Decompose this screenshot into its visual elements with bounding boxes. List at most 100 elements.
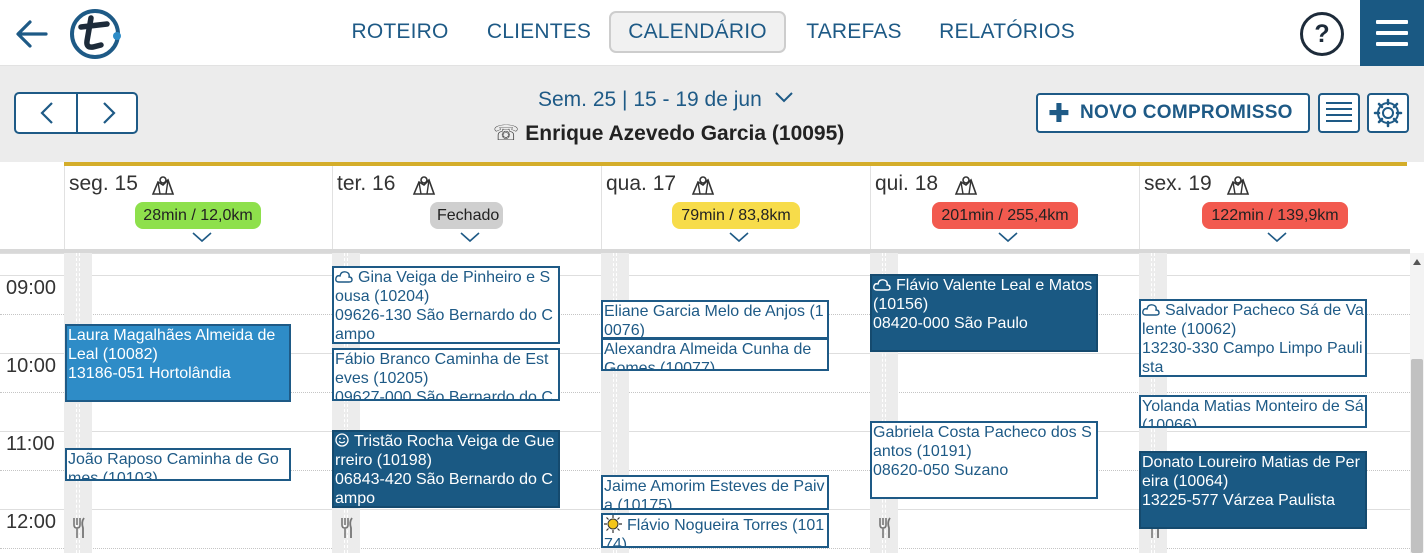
chevron-down-icon[interactable]	[190, 230, 214, 244]
day-header: qui. 18 201min / 255,4km	[870, 166, 1139, 250]
day-summary-badge[interactable]: Fechado	[430, 202, 503, 229]
cloud-icon	[1142, 302, 1165, 319]
calendar-grid[interactable]: 09:00 10:00 11:00 12:00 Laura Magalhães Alme…	[0, 253, 1410, 553]
nav-roteiro[interactable]: ROTEIRO	[344, 11, 456, 53]
appointment-card[interactable]: Flávio Nogueira Torres (10174)	[601, 513, 829, 548]
chevron-down-icon[interactable]	[1265, 230, 1289, 244]
appointment-card[interactable]: Alexandra Almeida Cunha de Gomes (10077)	[601, 338, 829, 371]
week-navigation	[14, 92, 138, 134]
appointment-client: Laura Magalhães Almeida de Leal (10082)	[68, 326, 288, 364]
appointment-card[interactable]: João Raposo Caminha de Gomes (10103)	[65, 448, 291, 481]
appointment-card[interactable]: Flávio Valente Leal e Matos (10156) 08420…	[870, 274, 1098, 352]
appointment-client-name: Laura Magalhães Almeida de Leal (10082)	[68, 327, 276, 363]
appointment-client-name: Yolanda Matias Monteiro de Sá (10066)	[1142, 398, 1364, 428]
day-label: qua. 17	[606, 172, 677, 195]
appointment-card[interactable]: Fábio Branco Caminha de Esteves (10205) 0…	[332, 348, 560, 401]
appointment-card[interactable]: Gina Veiga de Pinheiro e Sousa (10204) 09…	[332, 266, 560, 344]
map-icon[interactable]	[691, 174, 715, 201]
settings-button[interactable]	[1367, 93, 1409, 133]
chevron-down-icon[interactable]	[727, 230, 751, 244]
week-label: Sem. 25 | 15 - 19 de jun	[538, 88, 762, 111]
list-view-button[interactable]	[1318, 93, 1360, 133]
map-icon[interactable]	[151, 174, 175, 201]
next-week-button[interactable]	[78, 94, 138, 132]
lunch-break-icon	[877, 516, 893, 545]
appointment-card[interactable]: Donato Loureiro Matias de Pereira (10064…	[1139, 451, 1367, 529]
appointment-client-name: João Raposo Caminha de Gomes (10103)	[68, 451, 279, 481]
appointment-client: Fábio Branco Caminha de Esteves (10205)	[335, 350, 557, 388]
chevron-down-icon[interactable]	[996, 230, 1020, 244]
day-summary-badge[interactable]: 79min / 83,8km	[672, 202, 800, 229]
day-header: sex. 19 122min / 139,9km	[1139, 166, 1408, 250]
previous-week-button[interactable]	[16, 94, 76, 132]
vertical-scrollbar[interactable]	[1410, 253, 1424, 553]
appointment-card[interactable]: Eliane Garcia Melo de Anjos (10076)	[601, 300, 829, 339]
map-icon[interactable]	[1226, 174, 1250, 201]
grid-line	[0, 431, 1410, 432]
appointment-client-name: Donato Loureiro Matias de Pereira (10064…	[1142, 454, 1360, 490]
appointment-address: 09627-000 São Bernardo do Campo	[335, 389, 553, 401]
appointment-card[interactable]: Gabriela Costa Pacheco dos Santos (10191…	[870, 421, 1098, 499]
appointment-client-name: Tristão Rocha Veiga de Guerreiro (10198)	[335, 433, 555, 469]
lunch-break-icon	[71, 516, 87, 545]
smiley-icon	[335, 433, 354, 450]
app-logo[interactable]	[68, 7, 122, 61]
appointment-card[interactable]: Yolanda Matias Monteiro de Sá (10066)	[1139, 395, 1367, 428]
day-label: qui. 18	[875, 172, 939, 195]
appointment-client-name: Gabriela Costa Pacheco dos Santos (10191…	[873, 424, 1092, 460]
nav-calendario[interactable]: CALENDÁRIO	[609, 11, 786, 53]
appointment-client: Salvador Pacheco Sá de Valente (10062)	[1142, 301, 1364, 339]
list-icon	[1326, 102, 1352, 122]
chevron-down-icon	[774, 92, 793, 103]
day-header: seg. 15 28min / 12,0km	[64, 166, 333, 250]
chevron-down-icon[interactable]	[458, 230, 482, 244]
appointment-client: Donato Loureiro Matias de Pereira (10064…	[1142, 453, 1364, 491]
scroll-up-arrow-icon[interactable]	[1413, 259, 1421, 265]
appointment-client-name: Flávio Valente Leal e Matos (10156)	[873, 277, 1093, 313]
new-appointment-button[interactable]: ✚ NOVO COMPROMISSO	[1036, 93, 1310, 133]
appointment-address: 08620-050 Suzano	[873, 462, 1009, 479]
appointment-address: 08420-000 São Paulo	[873, 315, 1028, 332]
map-icon[interactable]	[954, 174, 978, 201]
appointment-card[interactable]: Jaime Amorim Esteves de Paiva (10175)	[601, 475, 829, 510]
appointment-client: Tristão Rocha Veiga de Guerreiro (10198)	[335, 432, 557, 470]
scrollbar-thumb[interactable]	[1411, 359, 1423, 553]
day-summary-badge[interactable]: 28min / 12,0km	[135, 202, 261, 229]
cloud-icon	[873, 277, 896, 294]
representative-label: Enrique Azevedo Garcia (10095)	[525, 122, 845, 145]
appointment-client: João Raposo Caminha de Gomes (10103)	[68, 450, 288, 481]
day-header: qua. 17 79min / 83,8km	[601, 166, 870, 250]
appointment-address: 06843-420 São Bernardo do Campo	[335, 471, 553, 507]
appointment-client: Flávio Nogueira Torres (10174)	[604, 515, 826, 546]
map-icon[interactable]	[412, 174, 436, 201]
top-bar: ROTEIRO CLIENTES CALENDÁRIO TAREFAS RELA…	[0, 0, 1424, 66]
appointment-card[interactable]: Salvador Pacheco Sá de Valente (10062) 13…	[1139, 299, 1367, 377]
appointment-address: 13230-330 Campo Limpo Paulista	[1142, 340, 1363, 376]
grid-line	[0, 548, 1410, 549]
chevron-left-icon	[40, 102, 53, 124]
appointment-client-name: Salvador Pacheco Sá de Valente (10062)	[1142, 302, 1364, 338]
appointment-card[interactable]: Laura Magalhães Almeida de Leal (10082) 1…	[65, 324, 291, 402]
hamburger-menu-icon[interactable]	[1360, 0, 1424, 66]
appointment-client-name: Gina Veiga de Pinheiro e Sousa (10204)	[335, 269, 551, 305]
help-button[interactable]: ?	[1300, 12, 1344, 56]
week-selector[interactable]: Sem. 25 | 15 - 19 de jun	[538, 88, 794, 112]
appointment-client: Alexandra Almeida Cunha de Gomes (10077)	[604, 340, 826, 369]
appointment-client: Gina Veiga de Pinheiro e Sousa (10204)	[335, 268, 557, 306]
back-arrow-icon[interactable]	[12, 14, 52, 54]
nav-clientes[interactable]: CLIENTES	[480, 11, 598, 53]
nav-relatorios[interactable]: RELATÓRIOS	[932, 11, 1082, 53]
day-summary-badge[interactable]: 201min / 255,4km	[932, 202, 1078, 229]
stripe-dashes	[76, 253, 80, 553]
appointment-client: Jaime Amorim Esteves de Paiva (10175)	[604, 477, 826, 508]
appointment-address: 13186-051 Hortolândia	[68, 365, 231, 382]
new-appointment-label: NOVO COMPROMISSO	[1080, 102, 1293, 123]
day-label: seg. 15	[69, 172, 138, 195]
phone-icon: ☏	[493, 122, 520, 145]
day-summary-badge[interactable]: 122min / 139,9km	[1202, 202, 1348, 229]
plus-icon: ✚	[1048, 98, 1070, 128]
appointment-card[interactable]: Tristão Rocha Veiga de Guerreiro (10198)…	[332, 430, 560, 508]
chevron-right-icon	[103, 102, 116, 124]
nav-tarefas[interactable]: TAREFAS	[798, 11, 910, 53]
appointment-address: 13225-577 Várzea Paulista	[1142, 492, 1336, 509]
